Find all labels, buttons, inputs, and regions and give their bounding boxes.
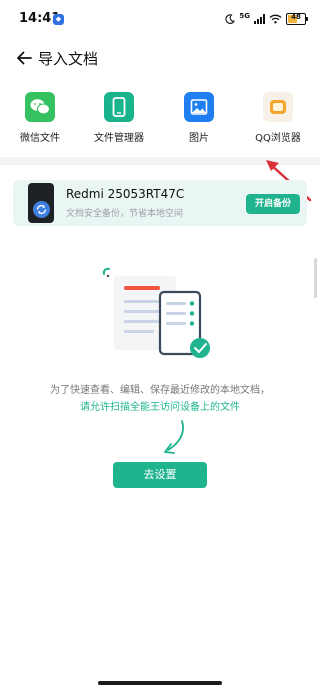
source-label: 文件管理器 xyxy=(94,133,144,144)
source-qq-browser[interactable]: QQ浏览器 xyxy=(243,92,313,144)
battery-level: 48 xyxy=(291,13,301,21)
header: 导入文档 xyxy=(0,40,320,76)
pointer-arrow-icon xyxy=(164,420,184,454)
wechat-icon xyxy=(25,92,55,122)
permission-highlight: 请允许扫描全能王访问设备上的文件 xyxy=(80,402,240,413)
phone-files-icon xyxy=(104,92,134,122)
battery-icon: 48 xyxy=(286,13,308,25)
notification-app-icon: ◆ xyxy=(53,14,64,25)
signal-icon xyxy=(254,14,265,24)
source-wechat[interactable]: 微信文件 xyxy=(5,92,75,144)
wifi-icon xyxy=(269,14,282,24)
sync-icon xyxy=(33,201,50,218)
source-label: 微信文件 xyxy=(20,133,60,144)
do-not-disturb-icon xyxy=(225,14,236,24)
enable-backup-button[interactable]: 开启备份 xyxy=(246,194,300,214)
backup-subtitle: 文档安全备份，节省本地空间 xyxy=(66,209,184,219)
permission-message: 为了快速查看、编辑、保存最近修改的本地文档， xyxy=(50,385,270,396)
backup-card[interactable]: Redmi 25053RT47C 文档安全备份，节省本地空间 开启备份 xyxy=(13,180,307,226)
status-bar: 14:41 ◆ 5G 48 xyxy=(0,0,320,40)
back-arrow-icon[interactable] xyxy=(13,47,35,69)
documents-illustration xyxy=(102,267,210,358)
image-icon xyxy=(184,92,214,122)
go-settings-button[interactable]: 去设置 xyxy=(113,462,207,488)
device-icon xyxy=(28,183,54,223)
source-label: QQ浏览器 xyxy=(255,133,301,144)
qq-browser-icon xyxy=(263,92,293,122)
scrollbar[interactable] xyxy=(314,258,317,298)
import-sources: 微信文件 文件管理器 图片 QQ浏览器 xyxy=(0,92,320,152)
source-file-manager[interactable]: 文件管理器 xyxy=(84,92,154,144)
device-name: Redmi 25053RT47C xyxy=(66,187,185,201)
home-indicator[interactable] xyxy=(98,681,222,685)
network-type: 5G xyxy=(239,11,250,20)
source-pictures[interactable]: 图片 xyxy=(164,92,234,144)
source-label: 图片 xyxy=(189,133,209,144)
status-icons: 5G 48 xyxy=(225,11,308,27)
page-title: 导入文档 xyxy=(38,50,99,68)
